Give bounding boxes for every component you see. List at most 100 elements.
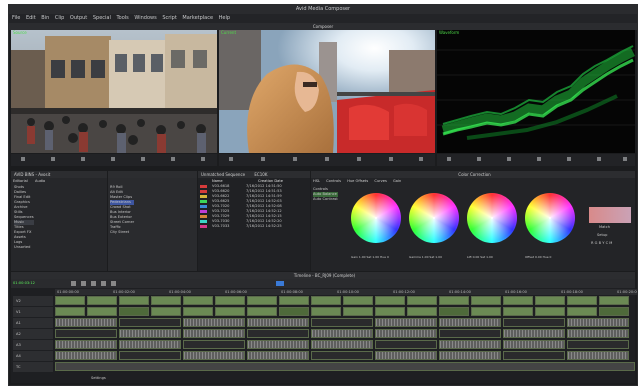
timeline-clip[interactable] xyxy=(567,340,629,349)
loop-icon[interactable] xyxy=(623,157,627,161)
bin-tab-audio[interactable]: Audio xyxy=(35,179,45,183)
color-wheel-lift[interactable] xyxy=(467,193,517,243)
timeline-clip[interactable] xyxy=(535,296,565,305)
timeline-clip[interactable] xyxy=(471,296,501,305)
track-lane[interactable] xyxy=(55,307,637,317)
timeline-clip[interactable] xyxy=(311,340,373,349)
wheel-handle[interactable] xyxy=(375,217,377,219)
track-lane[interactable] xyxy=(55,329,637,339)
timeline-clip[interactable] xyxy=(535,307,565,316)
mark-in-icon[interactable] xyxy=(229,157,233,161)
match-swatch[interactable] xyxy=(589,207,631,223)
timeline-clip[interactable] xyxy=(311,329,373,338)
timeline-clip[interactable] xyxy=(183,351,245,360)
timeline-clip[interactable] xyxy=(343,307,373,316)
timeline-clip[interactable] xyxy=(503,340,565,349)
timeline-clip[interactable] xyxy=(407,307,437,316)
timeline-clip[interactable] xyxy=(247,318,309,327)
segment-tool-icon[interactable] xyxy=(71,281,76,286)
timeline-clip[interactable] xyxy=(279,307,309,316)
timeline-clip[interactable] xyxy=(439,340,501,349)
timeline-ruler[interactable]: 01:00:00:00 01:00:02:00 01:00:04:00 01:00:0… xyxy=(55,289,637,295)
timeline-clip[interactable] xyxy=(407,296,437,305)
timeline-clip[interactable] xyxy=(55,340,117,349)
track-label[interactable]: V1 xyxy=(13,307,53,317)
menu-tools[interactable]: Tools xyxy=(116,15,128,21)
extract-icon[interactable] xyxy=(91,281,96,286)
timeline-clip[interactable] xyxy=(119,329,181,338)
timeline-clip[interactable] xyxy=(599,296,629,305)
timeline-clip[interactable] xyxy=(247,340,309,349)
menu-windows[interactable]: Windows xyxy=(134,15,156,21)
timeline-clip[interactable] xyxy=(503,307,533,316)
track-lane[interactable] xyxy=(55,351,637,361)
wheel-handle[interactable] xyxy=(433,217,435,219)
folder-item[interactable]: Unsorted xyxy=(14,245,34,250)
timeline-settings-label[interactable]: Settings xyxy=(91,376,106,381)
setup-label[interactable]: Setup xyxy=(597,233,607,238)
timeline-clip[interactable] xyxy=(567,318,629,327)
record-monitor[interactable]: Current xyxy=(219,30,435,153)
timeline-clip[interactable] xyxy=(567,351,629,360)
mark-out-icon[interactable] xyxy=(171,157,175,161)
timeline-clip[interactable] xyxy=(375,329,437,338)
menu-clip[interactable]: Clip xyxy=(55,15,64,21)
timeline-clip[interactable] xyxy=(311,351,373,360)
color-tab[interactable]: Gain xyxy=(393,179,401,183)
timeline-clip[interactable] xyxy=(375,296,405,305)
menu-special[interactable]: Special xyxy=(93,15,111,21)
timeline-clip[interactable] xyxy=(247,329,309,338)
step-back-icon[interactable] xyxy=(51,157,55,161)
color-tab[interactable]: Curves xyxy=(374,179,386,183)
timeline-clip[interactable] xyxy=(567,296,597,305)
timeline-clip[interactable] xyxy=(375,318,437,327)
timeline-clip[interactable] xyxy=(503,329,565,338)
color-wheel-offset[interactable] xyxy=(525,193,575,243)
channel-button[interactable]: B xyxy=(599,241,601,245)
timeline-clip[interactable] xyxy=(183,296,213,305)
timeline-clip[interactable] xyxy=(375,307,405,316)
timeline-clip[interactable] xyxy=(55,307,85,316)
splice-icon[interactable] xyxy=(101,281,106,286)
timeline-clip[interactable] xyxy=(119,340,181,349)
loop-icon[interactable] xyxy=(419,157,423,161)
menu-bin[interactable]: Bin xyxy=(41,15,49,21)
timeline-clip[interactable] xyxy=(471,307,501,316)
timeline-clip[interactable] xyxy=(375,340,437,349)
timeline-clip[interactable] xyxy=(55,296,85,305)
timeline-clip[interactable] xyxy=(311,296,341,305)
timeline-clip[interactable] xyxy=(119,307,149,316)
timeline-clip[interactable] xyxy=(503,351,565,360)
menu-edit[interactable]: Edit xyxy=(26,15,36,21)
step-forward-icon[interactable] xyxy=(567,157,571,161)
step-forward-icon[interactable] xyxy=(357,157,361,161)
timeline-clip[interactable] xyxy=(599,307,629,316)
channel-button[interactable]: C xyxy=(606,241,609,245)
color-tab[interactable]: Hue Offsets xyxy=(347,179,368,183)
mark-in-icon[interactable] xyxy=(447,157,451,161)
track-label[interactable]: V2 xyxy=(13,296,53,306)
track-lane[interactable] xyxy=(55,362,637,372)
timeline-clip[interactable] xyxy=(119,318,181,327)
timeline-clip[interactable] xyxy=(503,318,565,327)
mark-in-icon[interactable] xyxy=(21,157,25,161)
step-back-icon[interactable] xyxy=(477,157,481,161)
timeline-clip[interactable] xyxy=(567,307,597,316)
mark-out-icon[interactable] xyxy=(597,157,601,161)
timeline-clip[interactable] xyxy=(151,296,181,305)
color-tab[interactable]: Controls xyxy=(326,179,341,183)
timeline-clip[interactable] xyxy=(55,351,117,360)
timeline-clip[interactable] xyxy=(247,307,277,316)
loop-icon[interactable] xyxy=(201,157,205,161)
timeline-clip[interactable] xyxy=(247,296,277,305)
menu-script[interactable]: Script xyxy=(162,15,177,21)
menu-file[interactable]: File xyxy=(12,15,20,21)
timeline-clip[interactable] xyxy=(439,318,501,327)
play-reverse-icon[interactable] xyxy=(293,157,297,161)
timeline-clip[interactable] xyxy=(183,318,245,327)
track-lane[interactable] xyxy=(55,318,637,328)
play-reverse-icon[interactable] xyxy=(507,157,511,161)
clipbin-row[interactable]: V03-7033 7/16/2012 14:52:25 xyxy=(200,224,308,229)
timeline-clip[interactable] xyxy=(87,307,117,316)
step-forward-icon[interactable] xyxy=(141,157,145,161)
